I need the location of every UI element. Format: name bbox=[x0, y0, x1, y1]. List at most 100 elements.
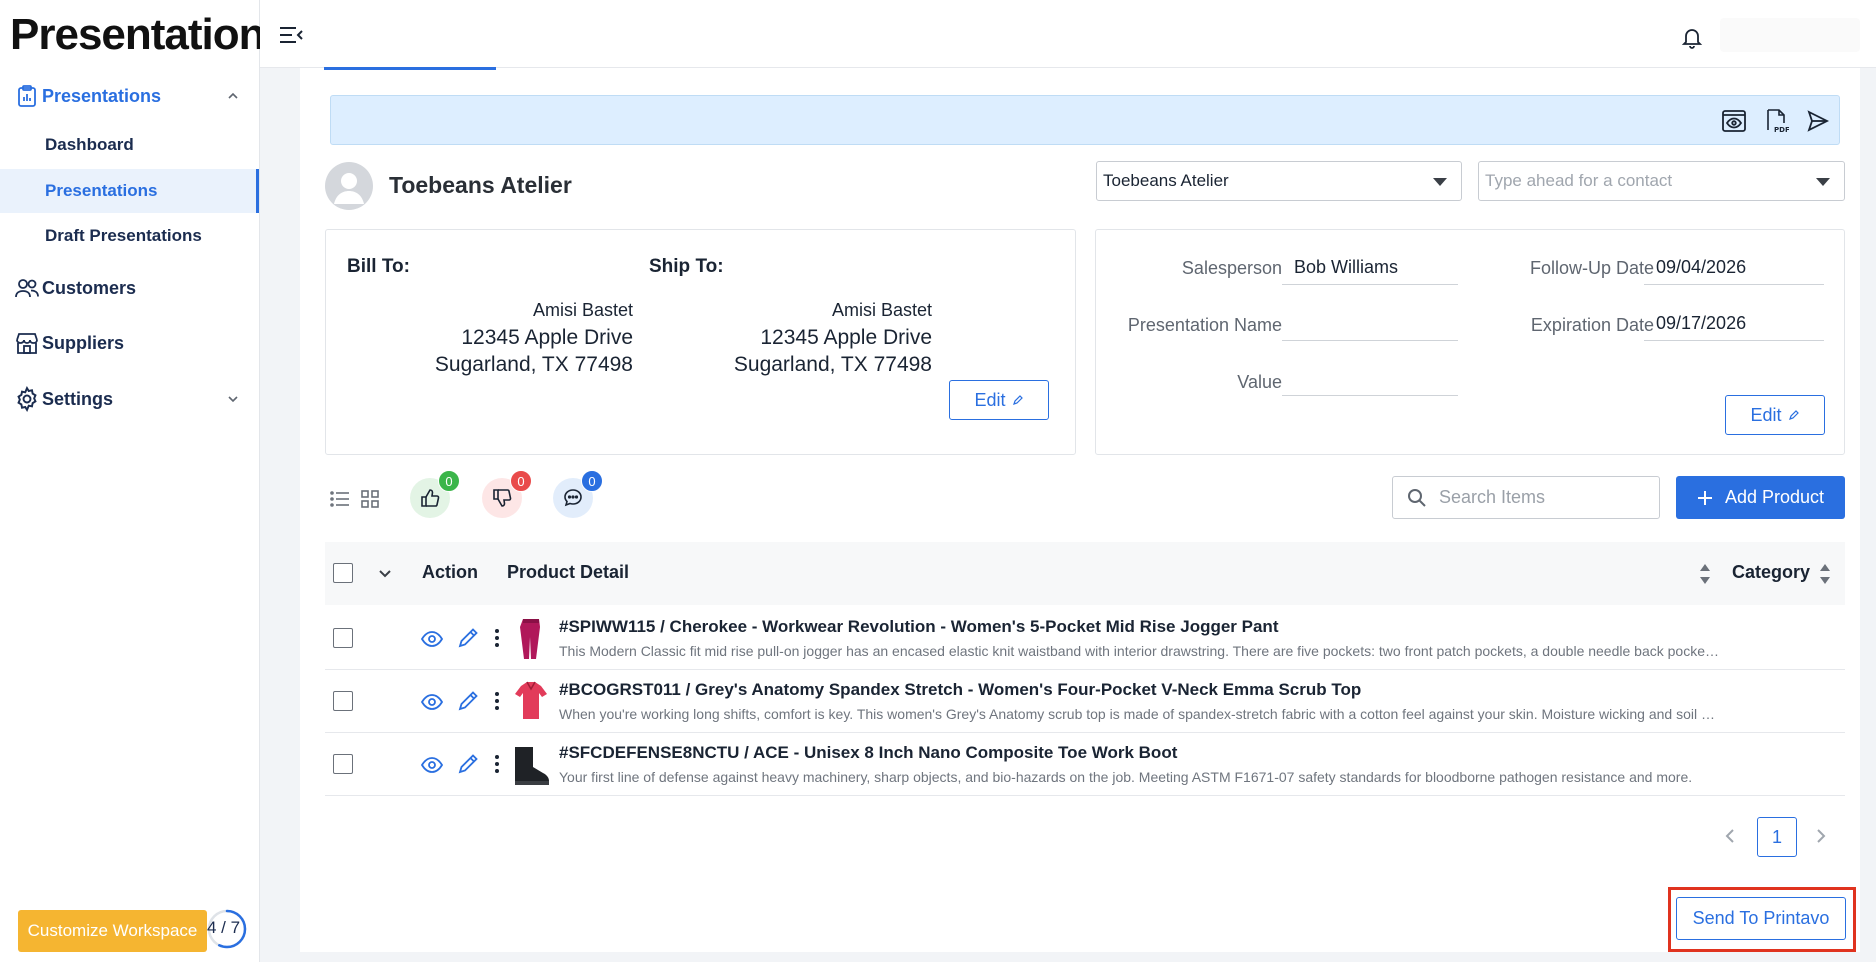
select-all-checkbox[interactable] bbox=[333, 563, 353, 583]
sidebar-group-suppliers[interactable]: Suppliers bbox=[0, 321, 259, 365]
edit-details-button[interactable]: Edit bbox=[1725, 395, 1825, 435]
plus-icon bbox=[1697, 490, 1712, 505]
chevron-right-icon bbox=[1817, 829, 1826, 843]
search-items-input[interactable]: Search Items bbox=[1392, 476, 1660, 519]
send-to-printavo-button[interactable]: Send To Printavo bbox=[1676, 897, 1846, 940]
dislikes-count: 0 bbox=[510, 470, 532, 492]
customer-select[interactable]: Toebeans Atelier bbox=[1096, 161, 1462, 201]
eye-icon[interactable] bbox=[421, 629, 443, 649]
store-icon bbox=[14, 330, 40, 356]
sidebar-group-label: Suppliers bbox=[42, 332, 125, 353]
chevron-down-icon[interactable] bbox=[377, 566, 393, 582]
comments-count: 0 bbox=[581, 470, 603, 492]
customize-workspace-button[interactable]: Customize Workspace bbox=[18, 910, 207, 952]
edit-label: Edit bbox=[974, 389, 1006, 410]
product-thumbnail bbox=[515, 681, 547, 719]
table-row[interactable]: #SPIWW115 / Cherokee - Workwear Revoluti… bbox=[325, 607, 1845, 670]
expiration-date-value[interactable]: 09/17/2026 bbox=[1644, 311, 1824, 341]
caret-down-icon bbox=[1816, 178, 1830, 186]
bill-to-street: 12345 Apple Drive bbox=[461, 326, 633, 349]
salesperson-value[interactable]: Bob Williams bbox=[1282, 255, 1458, 285]
edit-label: Edit bbox=[1750, 404, 1782, 425]
list-view-icon[interactable] bbox=[329, 488, 351, 510]
edit-address-button[interactable]: Edit bbox=[949, 380, 1049, 420]
sort-icon[interactable] bbox=[1699, 562, 1711, 586]
column-product-detail[interactable]: Product Detail bbox=[507, 562, 629, 583]
product-title[interactable]: #BCOGRST011 / Grey's Anatomy Spandex Str… bbox=[559, 680, 1361, 700]
sidebar-item-draft-presentations[interactable]: Draft Presentations bbox=[0, 214, 259, 258]
product-thumbnail bbox=[515, 747, 549, 785]
company-name: Toebeans Atelier bbox=[389, 172, 572, 198]
send-icon[interactable] bbox=[1805, 108, 1831, 134]
add-product-button[interactable]: Add Product bbox=[1676, 476, 1845, 519]
preview-icon[interactable] bbox=[1721, 108, 1747, 134]
collapse-menu-icon[interactable] bbox=[278, 24, 304, 46]
ship-to-name: Amisi Bastet bbox=[831, 300, 932, 320]
product-title[interactable]: #SPIWW115 / Cherokee - Workwear Revoluti… bbox=[559, 617, 1278, 637]
sidebar-item-dashboard[interactable]: Dashboard bbox=[0, 123, 259, 167]
bill-to-label: Bill To: bbox=[347, 256, 410, 277]
value-label: Value bbox=[1237, 372, 1282, 392]
more-options-icon[interactable] bbox=[494, 753, 500, 775]
pagination-prev[interactable] bbox=[1717, 818, 1743, 854]
chevron-left-icon bbox=[1725, 829, 1734, 843]
comment-icon bbox=[564, 489, 582, 507]
sort-icon[interactable] bbox=[1819, 562, 1831, 586]
svg-text:PDF: PDF bbox=[1774, 126, 1789, 134]
follow-up-date-value[interactable]: 09/04/2026 bbox=[1644, 255, 1824, 285]
workspace-progress-text: 4 / 7 bbox=[207, 918, 241, 937]
pdf-icon[interactable]: PDF bbox=[1763, 108, 1789, 134]
likes-button[interactable]: 0 bbox=[410, 470, 460, 518]
table-header: Action Product Detail Category bbox=[325, 542, 1845, 605]
contact-select[interactable]: Type ahead for a contact bbox=[1478, 161, 1845, 201]
row-checkbox[interactable] bbox=[333, 754, 353, 774]
grid-view-icon[interactable] bbox=[359, 488, 381, 510]
value-value[interactable] bbox=[1282, 366, 1458, 396]
eye-icon[interactable] bbox=[421, 755, 443, 775]
comments-button[interactable]: 0 bbox=[553, 470, 603, 518]
product-description: Your first line of defense against heavy… bbox=[559, 769, 1693, 785]
thumbs-down-icon bbox=[493, 489, 512, 507]
active-tab-indicator bbox=[324, 67, 496, 70]
add-product-label: Add Product bbox=[1724, 487, 1825, 507]
search-icon bbox=[1408, 489, 1426, 507]
avatar bbox=[325, 162, 373, 210]
search-placeholder: Search Items bbox=[1439, 487, 1546, 507]
sidebar-item-presentations[interactable]: Presentations bbox=[0, 169, 259, 213]
clipboard-chart-icon bbox=[14, 83, 40, 109]
brand-logo: Presentations bbox=[10, 10, 289, 59]
address-panel: Bill To: Ship To: Amisi Bastet 12345 App… bbox=[325, 229, 1076, 455]
sidebar-group-presentations[interactable]: Presentations bbox=[0, 74, 259, 118]
user-menu[interactable] bbox=[1720, 18, 1860, 52]
product-title[interactable]: #SFCDEFENSE8NCTU / ACE - Unisex 8 Inch N… bbox=[559, 743, 1177, 763]
sidebar-group-label: Presentations bbox=[42, 85, 162, 106]
top-header bbox=[260, 0, 1876, 68]
eye-icon[interactable] bbox=[421, 692, 443, 712]
table-row[interactable]: #BCOGRST011 / Grey's Anatomy Spandex Str… bbox=[325, 670, 1845, 733]
sidebar-group-customers[interactable]: Customers bbox=[0, 266, 259, 310]
bill-to-city: Sugarland, TX 77498 bbox=[434, 353, 633, 376]
pencil-icon[interactable] bbox=[457, 753, 479, 775]
table-row[interactable]: #SFCDEFENSE8NCTU / ACE - Unisex 8 Inch N… bbox=[325, 733, 1845, 796]
pencil-icon bbox=[1012, 395, 1023, 405]
chevron-up-icon bbox=[228, 92, 238, 99]
pencil-icon bbox=[1788, 410, 1799, 420]
sidebar-group-settings[interactable]: Settings bbox=[0, 377, 259, 421]
more-options-icon[interactable] bbox=[494, 627, 500, 649]
bell-icon[interactable] bbox=[1680, 25, 1704, 49]
salesperson-label: Salesperson bbox=[1181, 258, 1282, 278]
pagination-next[interactable] bbox=[1808, 818, 1834, 854]
more-options-icon[interactable] bbox=[494, 690, 500, 712]
pagination-page[interactable]: 1 bbox=[1757, 817, 1797, 857]
pencil-icon[interactable] bbox=[457, 690, 479, 712]
row-checkbox[interactable] bbox=[333, 691, 353, 711]
column-action: Action bbox=[422, 562, 478, 582]
dislikes-button[interactable]: 0 bbox=[482, 470, 532, 518]
column-category[interactable]: Category bbox=[1732, 562, 1810, 583]
sidebar-group-label: Settings bbox=[42, 388, 114, 409]
caret-down-icon bbox=[1433, 178, 1447, 186]
customer-select-value: Toebeans Atelier bbox=[1103, 171, 1229, 190]
presentation-name-value[interactable] bbox=[1282, 311, 1458, 341]
pencil-icon[interactable] bbox=[457, 627, 479, 649]
row-checkbox[interactable] bbox=[333, 628, 353, 648]
